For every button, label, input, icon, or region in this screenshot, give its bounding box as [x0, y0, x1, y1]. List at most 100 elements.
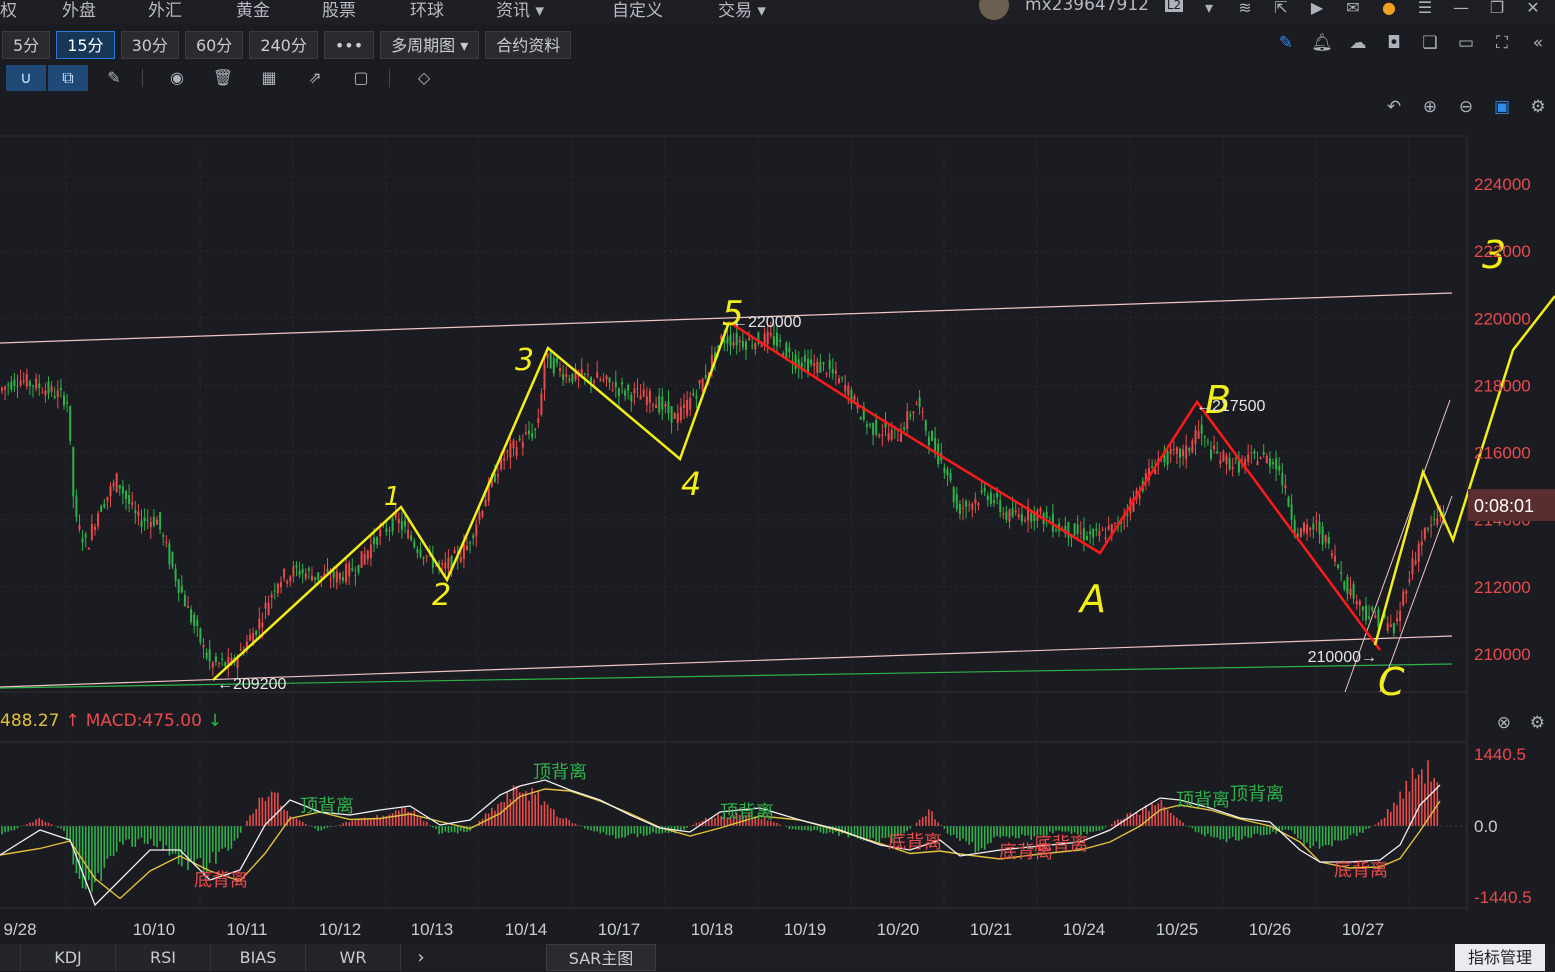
- candle-body: [1309, 528, 1312, 531]
- candle-body: [794, 355, 797, 370]
- tabs-next-arrow-icon[interactable]: ›: [401, 947, 441, 968]
- candle-body: [1287, 497, 1290, 507]
- candle-body: [56, 390, 59, 398]
- candle-body: [304, 573, 307, 579]
- candle-body: [1293, 520, 1296, 534]
- candle-body: [469, 542, 472, 544]
- candle-body: [369, 544, 372, 559]
- macd-dif-value: 488.27: [0, 711, 60, 731]
- divergence-bottom-label: 底背离: [194, 870, 248, 891]
- candle-body: [1377, 609, 1380, 628]
- candle-body: [376, 537, 379, 545]
- candle-body: [1095, 529, 1098, 531]
- date-label: 10/24: [1063, 920, 1106, 939]
- indicator-tab[interactable]: WR: [306, 944, 401, 971]
- indicator-tab[interactable]: BIAS: [211, 944, 306, 971]
- candle-body: [1206, 441, 1209, 443]
- divergence-top-label: 顶背离: [1176, 790, 1230, 811]
- candle-body: [32, 385, 34, 387]
- candle-body: [661, 396, 664, 410]
- candle-body: [1250, 452, 1253, 454]
- candle-body: [1079, 532, 1082, 534]
- candle-body: [121, 486, 124, 494]
- indicator-tab[interactable]: KDJ: [21, 944, 116, 971]
- candle-body: [115, 473, 118, 493]
- candle-body: [190, 609, 193, 622]
- candle-body: [193, 614, 196, 627]
- candle-body: [590, 377, 592, 383]
- candle-body: [1275, 458, 1278, 470]
- candle-body: [199, 628, 202, 643]
- tab-spacer: [0, 944, 21, 971]
- date-label: 10/10: [133, 920, 176, 939]
- candle-body: [965, 501, 968, 507]
- candle-body: [760, 345, 763, 347]
- candle-body: [1082, 528, 1085, 540]
- date-label: 10/20: [877, 920, 920, 939]
- candle-body: [670, 406, 673, 423]
- indicator-manage-button[interactable]: 指标管理: [1455, 944, 1545, 971]
- candle-body: [131, 502, 134, 505]
- price-label: 216000: [1474, 444, 1531, 463]
- macd-settings-icon[interactable]: ⚙: [1530, 713, 1545, 733]
- candle-body: [769, 333, 772, 336]
- divergence-top-label: 顶背离: [1230, 784, 1284, 805]
- candle-body: [205, 652, 208, 659]
- candle-body: [704, 375, 707, 379]
- candle-body: [689, 397, 692, 410]
- candle-body: [1055, 529, 1057, 531]
- candle-body: [357, 564, 360, 573]
- candle-body: [664, 403, 667, 407]
- candle-body: [13, 379, 16, 387]
- date-label: 10/19: [784, 920, 827, 939]
- candle-body: [745, 341, 747, 350]
- candle-body: [1420, 541, 1423, 546]
- candle-body: [803, 355, 806, 362]
- candle-body: [475, 524, 478, 537]
- candle-body: [1414, 560, 1417, 564]
- candle-body: [807, 358, 809, 373]
- candle-body: [679, 406, 682, 421]
- candle-body: [1045, 511, 1048, 518]
- candle-body: [1182, 449, 1185, 457]
- macd-legend: 488.27 ↑ MACD:475.00 ↓: [0, 711, 222, 735]
- candle-body: [1262, 452, 1265, 455]
- candle-body: [72, 447, 75, 497]
- candle-body: [273, 590, 276, 592]
- candle-body: [137, 511, 140, 516]
- sar-main-chart-tab[interactable]: SAR主图: [546, 944, 656, 971]
- candle-body: [735, 333, 738, 346]
- candle-body: [97, 513, 100, 527]
- candle-body: [630, 395, 633, 402]
- drawings-layer: 12345ABC3←220000←209200←217500210000→: [0, 233, 1555, 704]
- candle-body: [1368, 616, 1371, 619]
- wave-label: 2: [432, 578, 451, 613]
- candle-body: [986, 495, 989, 501]
- candle-body: [1166, 451, 1169, 465]
- candle-body: [1389, 624, 1392, 627]
- candle-body: [1337, 564, 1340, 568]
- price-label: 224000: [1474, 175, 1531, 194]
- macd-value: MACD:475.00: [85, 711, 202, 731]
- indicator-tab[interactable]: RSI: [116, 944, 211, 971]
- candle-body: [627, 384, 630, 391]
- candle-body: [1008, 509, 1011, 522]
- candle-body: [128, 495, 131, 505]
- candle-body: [652, 404, 654, 406]
- candle-body: [549, 352, 552, 369]
- candlestick-chart[interactable]: 顶背离顶背离顶背离顶背离 顶背离底背离底背离 底背离底背离底背离 12345ABC3…: [0, 0, 1555, 971]
- candle-body: [140, 520, 143, 527]
- candle-body: [1281, 472, 1284, 486]
- candle-body: [125, 491, 127, 500]
- macd-close-icon[interactable]: ⊗: [1497, 713, 1511, 733]
- candle-body: [441, 563, 444, 565]
- candle-body: [1253, 451, 1256, 454]
- date-label: 10/21: [970, 920, 1013, 939]
- candle-body: [593, 380, 596, 383]
- candle-body: [44, 390, 47, 396]
- candle-body: [943, 467, 946, 473]
- candle-body: [1172, 449, 1175, 451]
- candle-body: [1427, 528, 1429, 530]
- b-price-annotation: ←217500: [1196, 398, 1265, 415]
- candle-body: [555, 357, 558, 364]
